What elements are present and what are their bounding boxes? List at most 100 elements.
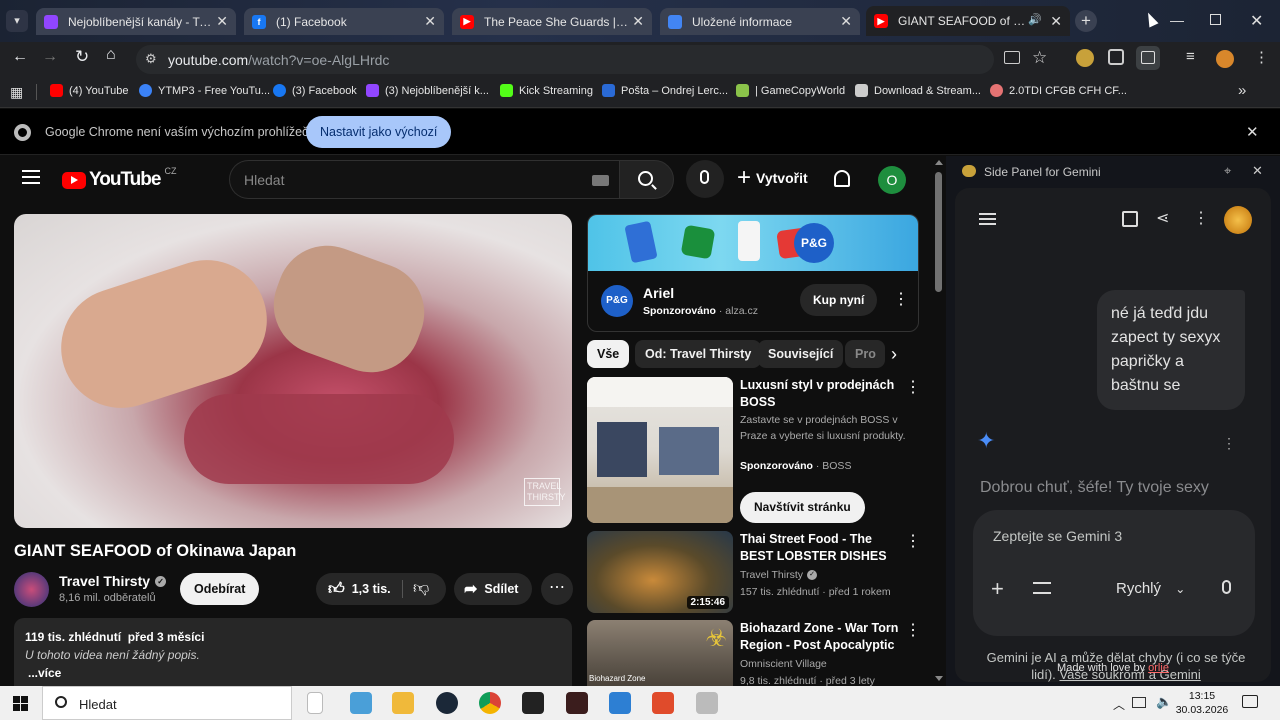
add-attachment-icon[interactable]: + xyxy=(991,576,1004,602)
close-panel-icon[interactable]: ✕ xyxy=(1252,163,1263,179)
gemini-more-icon[interactable]: ⋮ xyxy=(1193,208,1209,228)
bookmark-ytmp3[interactable]: YTMP3 - Free YouTu... xyxy=(139,84,270,97)
page-scrollbar[interactable] xyxy=(932,156,946,686)
more-bookmarks-icon[interactable]: » xyxy=(1238,82,1246,99)
hamburger-menu-icon[interactable] xyxy=(22,170,40,184)
browser-tab[interactable]: f (1) Facebook ✕ xyxy=(244,8,444,35)
bookmark-mail[interactable]: Pošta – Ondrej Lerc... xyxy=(602,84,728,97)
visit-site-button[interactable]: Navštívit stránku xyxy=(740,492,865,523)
gemini-menu-icon[interactable] xyxy=(979,213,996,225)
gemini-user-avatar[interactable] xyxy=(1224,206,1252,234)
remote-app-icon[interactable] xyxy=(609,692,631,714)
taskbar-search-box[interactable]: Hledat xyxy=(42,686,292,720)
sponsored-ad-card[interactable]: P&G P&G Ariel Sponzorováno · alza.cz Kup… xyxy=(587,214,919,332)
tab-search-button[interactable]: ▾ xyxy=(6,10,28,32)
voice-search-button[interactable] xyxy=(686,160,724,198)
show-more-link[interactable]: ...více xyxy=(28,666,61,680)
extensions-puzzle-icon[interactable] xyxy=(1108,49,1124,65)
site-settings-icon[interactable]: ⚙ xyxy=(145,51,157,67)
account-avatar[interactable]: O xyxy=(878,166,906,194)
audio-app-icon[interactable] xyxy=(652,692,674,714)
restore-button[interactable] xyxy=(1210,14,1221,25)
volume-tray-icon[interactable]: 🔈 xyxy=(1156,694,1172,710)
keyboard-icon[interactable] xyxy=(592,175,609,186)
tray-chevron-icon[interactable]: ︿ xyxy=(1113,696,1125,713)
bookmark-star-icon[interactable]: ☆ xyxy=(1032,48,1047,68)
close-tab-icon[interactable]: ✕ xyxy=(1050,13,1062,30)
prompt-box[interactable]: Zeptejte se Gemini 3 + Rychlý ⌄ xyxy=(973,510,1255,636)
more-options-icon[interactable]: ⋮ xyxy=(905,377,921,397)
search-button[interactable] xyxy=(619,160,674,199)
recommendation-item[interactable]: ☣ Biohazard Zone Biohazard Zone - War To… xyxy=(587,620,927,686)
dislike-button[interactable]: 👎︎ xyxy=(413,579,429,598)
recommendation-item[interactable]: Luxusní styl v prodejnách BOSS Zastavte … xyxy=(587,377,927,523)
network-app-icon[interactable] xyxy=(696,692,718,714)
set-default-button[interactable]: Nastavit jako výchozí xyxy=(306,116,452,148)
share-icon[interactable]: ⋖ xyxy=(1156,208,1169,228)
epic-games-icon[interactable] xyxy=(522,692,544,714)
response-more-icon[interactable]: ⋮ xyxy=(1222,435,1236,452)
browser-tab[interactable]: ▶ The Peace She Guards | Ambien ✕ xyxy=(452,8,652,35)
chrome-icon[interactable] xyxy=(479,692,501,714)
address-bar[interactable]: ⚙ youtube.com/watch?v=oe-AlgLHrdc ☆ xyxy=(136,45,1047,74)
share-button[interactable]: ➦ Sdílet xyxy=(454,573,533,605)
reload-icon[interactable]: ↻ xyxy=(75,47,89,67)
channel-name[interactable]: Travel Thirsty ✓ xyxy=(59,573,167,589)
network-tray-icon[interactable] xyxy=(1132,697,1146,708)
chip-related[interactable]: Související xyxy=(758,340,844,368)
author-link[interactable]: orlie xyxy=(1148,662,1169,674)
adobe-icon[interactable] xyxy=(566,692,588,714)
profile-avatar[interactable] xyxy=(1216,50,1234,68)
youtube-logo[interactable]: YouTube CZ xyxy=(62,166,176,191)
ad-cta-button[interactable]: Kup nyní xyxy=(800,284,878,316)
close-tab-icon[interactable]: ✕ xyxy=(424,13,436,30)
forward-icon[interactable]: → xyxy=(42,48,58,66)
bookmark-tdi[interactable]: 2.0TDI CFGB CFH CF... xyxy=(990,84,1127,97)
more-options-icon[interactable]: ⋮ xyxy=(905,620,921,640)
browser-tab[interactable]: Nejoblíbenější kanály - Twitch ✕ xyxy=(36,8,236,35)
close-infobar-icon[interactable]: ✕ xyxy=(1246,123,1259,141)
steam-icon[interactable] xyxy=(436,692,458,714)
scroll-down-arrow[interactable] xyxy=(935,676,943,681)
chrome-menu-icon[interactable]: ⋮ xyxy=(1254,48,1269,66)
chip-all[interactable]: Vše xyxy=(587,340,630,368)
extension-icon[interactable] xyxy=(1076,49,1094,67)
notification-center-icon[interactable] xyxy=(1242,695,1258,708)
task-view-icon[interactable] xyxy=(307,692,323,714)
like-button[interactable]: 👍︎ 1,3 tis. xyxy=(316,573,402,605)
side-panel-icon[interactable] xyxy=(1136,46,1160,70)
chip-for-you[interactable]: Pro xyxy=(845,340,885,368)
start-button[interactable] xyxy=(13,696,29,712)
photos-app-icon[interactable] xyxy=(350,692,372,714)
install-app-icon[interactable] xyxy=(1004,51,1020,64)
minimize-button[interactable]: — xyxy=(1170,12,1184,28)
pin-icon[interactable]: ⌖ xyxy=(1224,163,1231,179)
notifications-bell-icon[interactable] xyxy=(834,170,850,187)
tools-sliders-icon[interactable] xyxy=(1033,582,1051,594)
browser-tab-active[interactable]: ▶ GIANT SEAFOOD of Okinaw 🔊 ✕ xyxy=(866,6,1070,36)
bookmark-kick[interactable]: Kick Streaming xyxy=(500,84,593,97)
bookmark-facebook[interactable]: (3) Facebook xyxy=(273,84,357,97)
close-tab-icon[interactable]: ✕ xyxy=(632,13,644,30)
bookmark-twitch[interactable]: (3) Nejoblíbenější k... xyxy=(366,84,489,97)
close-tab-icon[interactable]: ✕ xyxy=(840,13,852,30)
close-window-button[interactable]: ✕ xyxy=(1250,11,1263,31)
video-player[interactable]: TRAVEL THIRSTY xyxy=(14,214,572,528)
bookmark-gamecopyworld[interactable]: | GameCopyWorld xyxy=(736,84,845,97)
more-actions-button[interactable]: ⋯ xyxy=(541,573,573,605)
back-icon[interactable]: ← xyxy=(12,48,28,66)
ad-more-icon[interactable]: ⋮ xyxy=(893,289,909,309)
chevron-right-icon[interactable]: › xyxy=(891,344,897,365)
subscribe-button[interactable]: Odebírat xyxy=(180,573,260,605)
browser-tab[interactable]: Uložené informace ✕ xyxy=(660,8,860,35)
more-options-icon[interactable]: ⋮ xyxy=(905,531,921,551)
clock[interactable]: 13:15 30.03.2026 xyxy=(1174,689,1230,717)
microphone-icon[interactable] xyxy=(1222,580,1231,594)
speaker-icon[interactable]: 🔊 xyxy=(1028,13,1042,26)
bookmark-youtube[interactable]: (4) YouTube xyxy=(50,84,129,97)
file-explorer-icon[interactable] xyxy=(392,692,414,714)
channel-avatar[interactable] xyxy=(14,572,49,607)
new-tab-button[interactable]: + xyxy=(1075,10,1097,32)
recommendation-item[interactable]: 2:15:46 Thai Street Food - The BEST LOBS… xyxy=(587,531,927,613)
description-box[interactable]: 119 tis. zhlédnutí před 3 měsíci U tohot… xyxy=(14,618,572,686)
